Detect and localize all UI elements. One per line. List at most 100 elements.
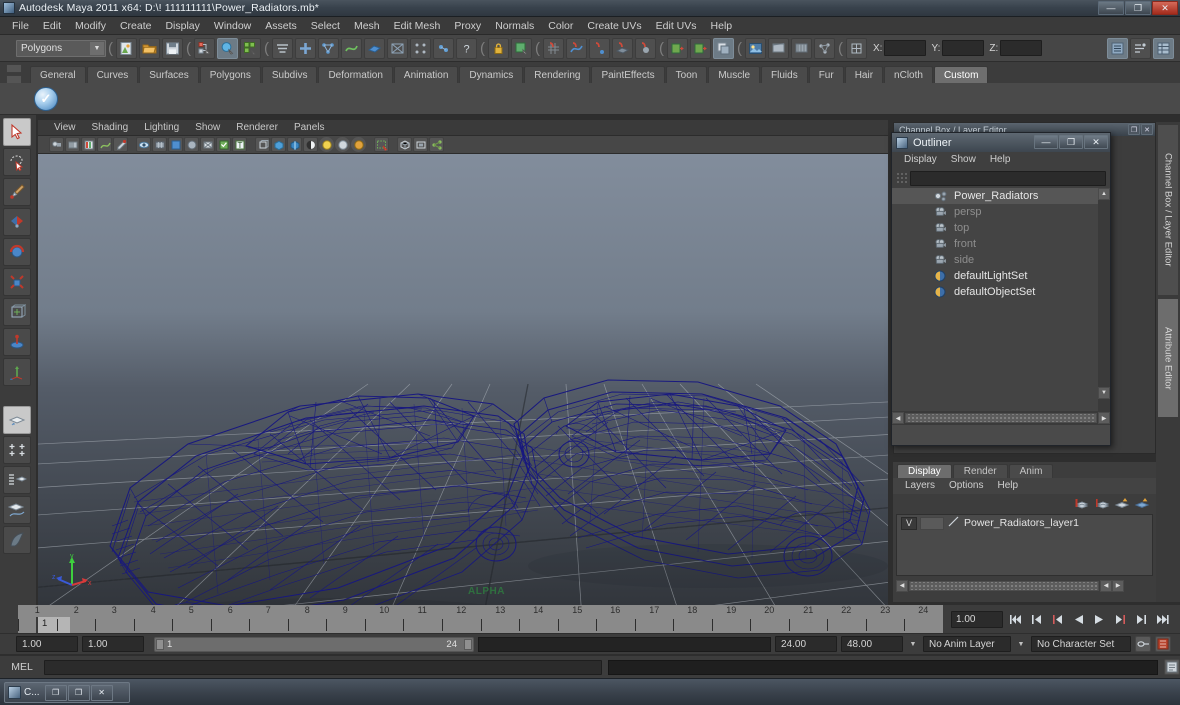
viewport-menu-panels[interactable]: Panels	[286, 120, 333, 136]
taskbar-window-item[interactable]: C... ❐ ❒ ✕	[4, 682, 130, 703]
snap-to-grid-icon[interactable]	[543, 37, 564, 59]
image-plane-icon[interactable]	[81, 137, 96, 152]
outliner-hscroll-thumb[interactable]	[905, 413, 1097, 423]
shelf-tab-curves[interactable]: Curves	[86, 66, 139, 83]
transform-pivot-icon[interactable]	[846, 37, 867, 59]
x-coord-field[interactable]	[884, 40, 927, 56]
close-button[interactable]: ✕	[1152, 1, 1178, 15]
camera-attributes-icon[interactable]	[65, 137, 80, 152]
menu-create[interactable]: Create	[113, 17, 159, 35]
channel-box-restore-button[interactable]: ❐	[1128, 124, 1140, 135]
outliner-search-input[interactable]	[910, 170, 1106, 186]
show-subdiv-icon[interactable]	[184, 137, 199, 152]
drag-handle-icon[interactable]	[896, 171, 907, 185]
tab-render-layers[interactable]: Render	[952, 464, 1008, 478]
play-backwards-button[interactable]	[1069, 610, 1087, 628]
viewport-menu-lighting[interactable]: Lighting	[136, 120, 187, 136]
animation-preferences-icon[interactable]	[1155, 636, 1171, 652]
lasso-tool[interactable]	[3, 148, 31, 176]
layer-visibility-toggle[interactable]: V	[901, 516, 917, 530]
quick-layout-persp-graph-icon[interactable]	[3, 496, 31, 524]
scroll-up-icon[interactable]: ▲	[1098, 188, 1110, 200]
select-tool[interactable]	[3, 118, 31, 146]
isolate-select-icon[interactable]	[374, 137, 389, 152]
mask-uv-icon[interactable]	[364, 37, 385, 59]
quick-layout-outliner-persp-icon[interactable]	[3, 466, 31, 494]
character-set-dropdown[interactable]: No Character Set	[1031, 636, 1131, 652]
wireframe-shading-icon[interactable]	[255, 137, 270, 152]
outliner-item-side[interactable]: side	[892, 252, 1110, 268]
toolbar-separator[interactable]	[478, 37, 487, 59]
z-coord-field[interactable]	[1000, 40, 1043, 56]
xray-joints-icon[interactable]	[413, 137, 428, 152]
scale-tool[interactable]	[3, 268, 31, 296]
construction-history-off-icon[interactable]	[690, 37, 711, 59]
shelf-tab-fur[interactable]: Fur	[808, 66, 844, 83]
show-all-objects-icon[interactable]	[136, 137, 151, 152]
grease-pencil-icon[interactable]	[113, 137, 128, 152]
toggle-attribute-editor-icon[interactable]	[1107, 37, 1128, 59]
component-mask-list-icon[interactable]	[272, 37, 293, 59]
layer-menu-options[interactable]: Options	[942, 478, 990, 494]
two-d-pan-zoom-icon[interactable]	[97, 137, 112, 152]
anim-layer-dropdown[interactable]: No Anim Layer	[923, 636, 1011, 652]
mask-help-icon[interactable]: ?	[456, 37, 477, 59]
shelf-tab-toon[interactable]: Toon	[665, 66, 708, 83]
taskbar-restore-button[interactable]: ❐	[44, 684, 67, 701]
outliner-vertical-scrollbar[interactable]: ▲ ▼	[1098, 188, 1110, 411]
selection-mode-dropdown[interactable]: Polygons ▼	[16, 39, 106, 57]
shadows-icon[interactable]	[351, 137, 366, 152]
new-layer-icon[interactable]	[1074, 496, 1090, 513]
time-slider-track[interactable]: 1 1 2 3 4 5 6 7 8 9 10 11 12 13 14 15 16 17 18 19 20 21 22 23 2…	[18, 605, 943, 633]
smooth-shade-selected-icon[interactable]	[287, 137, 302, 152]
layer-playback-toggle[interactable]	[920, 516, 944, 530]
share-viewport-icon[interactable]	[429, 137, 444, 152]
select-camera-icon[interactable]	[49, 137, 64, 152]
go-to-start-button[interactable]	[1006, 610, 1024, 628]
layer-menu-layers[interactable]: Layers	[898, 478, 942, 494]
render-view-icon[interactable]	[713, 37, 734, 59]
shelf-tab-subdivs[interactable]: Subdivs	[261, 66, 318, 83]
menu-select[interactable]: Select	[304, 17, 347, 35]
toolbar-separator[interactable]	[533, 37, 542, 59]
shelf-tab-animation[interactable]: Animation	[393, 66, 459, 83]
shelf-tab-general[interactable]: General	[30, 66, 86, 83]
render-globals-icon[interactable]	[791, 37, 812, 59]
shelf-tab-ncloth[interactable]: nCloth	[884, 66, 933, 83]
step-forward-frame-button[interactable]	[1111, 610, 1129, 628]
toolbar-separator[interactable]	[262, 37, 271, 59]
menu-edit-uvs[interactable]: Edit UVs	[649, 17, 704, 35]
step-back-keyframe-button[interactable]	[1027, 610, 1045, 628]
soft-modification-tool[interactable]	[3, 328, 31, 356]
outliner-menu-display[interactable]: Display	[897, 152, 944, 168]
menu-window[interactable]: Window	[207, 17, 258, 35]
shelf-tab-menu-icon[interactable]	[6, 64, 22, 73]
construction-history-on-icon[interactable]	[667, 37, 688, 59]
toggle-channel-box-icon[interactable]	[1153, 37, 1174, 59]
select-by-hierarchy-icon[interactable]	[194, 37, 215, 59]
range-start-field[interactable]: 1.00	[16, 636, 78, 652]
toolbar-separator[interactable]	[657, 37, 666, 59]
layer-list[interactable]: V Power_Radiators_layer1	[896, 514, 1153, 576]
outliner-item-top[interactable]: top	[892, 220, 1110, 236]
outliner-item-list[interactable]: Power_Radiators persp top front side def…	[892, 188, 1110, 411]
shelf-tab-painteffects[interactable]: PaintEffects	[591, 66, 665, 83]
outliner-minimize-button[interactable]: —	[1034, 135, 1058, 149]
open-scene-icon[interactable]	[139, 37, 160, 59]
snap-to-point-icon[interactable]	[589, 37, 610, 59]
toolbar-separator[interactable]	[184, 37, 193, 59]
mask-misc-icon[interactable]	[433, 37, 454, 59]
perspective-viewport[interactable]: y z x ALPHA	[38, 154, 888, 605]
use-default-lighting-icon[interactable]	[319, 137, 334, 152]
viewport-menu-view[interactable]: View	[46, 120, 84, 136]
mask-face-icon[interactable]	[341, 37, 362, 59]
move-layer-up-icon[interactable]	[1114, 496, 1130, 513]
menu-create-uvs[interactable]: Create UVs	[580, 17, 648, 35]
quick-layout-single-icon[interactable]	[3, 406, 31, 434]
viewport-menu-renderer[interactable]: Renderer	[228, 120, 286, 136]
rotate-tool[interactable]	[3, 238, 31, 266]
range-slider-bar[interactable]: 1 24	[154, 636, 474, 652]
tab-display-layers[interactable]: Display	[897, 464, 952, 478]
shelf-item-checkmark[interactable]: ✓	[34, 86, 58, 111]
minimize-button[interactable]: —	[1098, 1, 1124, 15]
